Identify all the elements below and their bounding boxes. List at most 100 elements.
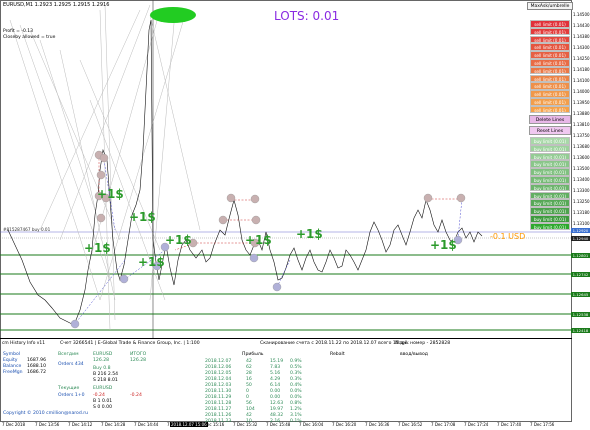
stat-cell: 2018.11.30 bbox=[205, 389, 232, 394]
price-tick-label: 1.14100 bbox=[573, 78, 590, 83]
sell-limit-button[interactable]: sell limit (0.01) bbox=[530, 59, 570, 67]
stat-cell: 42 bbox=[246, 413, 252, 418]
sell-limit-button[interactable]: sell limit (0.01) bbox=[530, 43, 570, 51]
sell-limit-button[interactable]: sell limit (0.01) bbox=[530, 90, 570, 98]
sell-limit-button[interactable]: sell limit (0.01) bbox=[530, 105, 570, 114]
price-tick-label: 1.13400 bbox=[573, 177, 590, 182]
current-label: Текущие bbox=[58, 386, 80, 391]
buy-limit-button[interactable]: buy limit (0.01) bbox=[530, 191, 570, 200]
buy-limit-button[interactable]: buy limit (0.01) bbox=[530, 215, 570, 223]
chart-title: EURUSD,M1 1.2923 1.2925 1.2915 1.2916 bbox=[3, 2, 110, 8]
price-tick-label: 1.14250 bbox=[573, 56, 590, 61]
buy-limit-button[interactable]: buy limit (0.01) bbox=[530, 183, 570, 192]
closeby-info: Closeby allowed = true bbox=[3, 35, 56, 40]
sell-limit-button[interactable]: sell limit (0.01) bbox=[530, 74, 570, 83]
price-tick-label: 1.13500 bbox=[573, 166, 590, 171]
profit-mark: +1$ bbox=[296, 227, 323, 241]
balance-value: 1688.10 bbox=[27, 364, 46, 369]
time-tick-label: 7 Dec 14:28 bbox=[101, 422, 126, 427]
time-tick-label: 7 Dec 15:48 bbox=[266, 422, 291, 427]
time-tick-label: 7 Dec 14:12 bbox=[68, 422, 93, 427]
price-tick-label: 1.13250 bbox=[573, 199, 590, 204]
level-lines bbox=[0, 254, 572, 331]
sell-limit-button[interactable]: sell limit (0.01) bbox=[530, 66, 570, 75]
usd-label: -0.1 USD bbox=[490, 232, 526, 241]
time-tick-label: 7 Dec 17:40 bbox=[497, 422, 522, 427]
buy-limit-button[interactable]: buy limit (0.01) bbox=[530, 152, 570, 161]
price-tick-label: 1.13600 bbox=[573, 155, 590, 160]
stat-cell: 2018.11.26 bbox=[205, 413, 232, 418]
stat-cell: 56 bbox=[246, 401, 252, 406]
profit-mark: +1$ bbox=[129, 210, 156, 224]
orders-total: Orders 434 bbox=[58, 362, 84, 367]
sell-limit-button[interactable]: sell limit (0.01) bbox=[530, 27, 570, 36]
stat-cell: 0.0% bbox=[290, 389, 302, 394]
price-tick-label: 1.14180 bbox=[573, 67, 590, 72]
panel-title: cm History Info v11 bbox=[2, 341, 45, 346]
buy-limit-button[interactable]: buy limit (0.01) bbox=[530, 176, 570, 184]
scan-info: Сканирование счета с 2018.11.22 по 2018.… bbox=[260, 341, 408, 346]
price-tick-label: 1.13680 bbox=[573, 144, 590, 149]
price-tick-label: 1.13950 bbox=[573, 100, 590, 105]
stat-cell: 2018.12.05 bbox=[205, 371, 232, 376]
sell-limit-button[interactable]: sell limit (0.01) bbox=[530, 51, 570, 59]
delete-lines-button[interactable]: Delete Lines bbox=[529, 115, 571, 124]
buy-limit-button[interactable]: buy limit (0.01) bbox=[530, 137, 570, 145]
stat-cell: 0.00 bbox=[270, 395, 281, 400]
stat-cell: 2018.11.27 bbox=[205, 407, 232, 412]
price-tick-label: 1.13810 bbox=[573, 122, 590, 127]
price-tick-label: 1.13880 bbox=[573, 111, 590, 116]
stat-cell: 2018.11.28 bbox=[205, 401, 232, 406]
time-tick-label: 7 Dec 17:08 bbox=[431, 422, 456, 427]
sell-limit-button[interactable]: sell limit (0.01) bbox=[530, 35, 570, 44]
buy-limit-button[interactable]: buy limit (0.01) bbox=[530, 160, 570, 168]
col-rebate-header: Rebalt bbox=[330, 352, 345, 357]
profit-mark: +1$ bbox=[97, 187, 124, 201]
price-tick-label: 1.14300 bbox=[573, 45, 590, 50]
freemargin-value: 1686.72 bbox=[27, 370, 46, 375]
time-tick-label: 7 Dec 15:32 bbox=[233, 422, 258, 427]
sell-limit-button[interactable]: sell limit (0.01) bbox=[530, 82, 570, 90]
chart-window[interactable]: EURUSD,M1 1.2923 1.2925 1.2915 1.2916 Pr… bbox=[0, 0, 590, 430]
stat-cell: 7.83 bbox=[270, 365, 281, 370]
price-tick-label: 1.14380 bbox=[573, 34, 590, 39]
buy-limit-button[interactable]: buy limit (0.01) bbox=[530, 207, 570, 215]
time-tick-label: 7 Dec 16:20 bbox=[332, 422, 357, 427]
equity-value: 1687.96 bbox=[27, 358, 46, 363]
stat-cell: 0 bbox=[246, 389, 249, 394]
cur-s-line: S 0 0.00 bbox=[93, 405, 112, 410]
stat-cell: 16 bbox=[246, 377, 252, 382]
freemargin-label: FreeMgn bbox=[3, 370, 23, 375]
symbol-label: Symbol bbox=[3, 352, 21, 357]
time-tick-label: 7 Dec 16:52 bbox=[398, 422, 423, 427]
stat-cell: 50 bbox=[246, 383, 252, 388]
stat-cell: 48.32 bbox=[270, 413, 284, 418]
account-info: Счет 3266541 | E-Global Trade & Finance … bbox=[60, 341, 200, 346]
s-line: S 218 8.01 bbox=[93, 378, 118, 383]
col-io-header: ввод/вывод bbox=[400, 352, 428, 357]
profit-mark: +1$ bbox=[245, 233, 272, 247]
stat-cell: 12.63 bbox=[270, 401, 284, 406]
stat-cell: 0.3% bbox=[290, 371, 302, 376]
magic-info: Magik номер - 2852828 bbox=[395, 341, 451, 346]
price-tag: 1.12645 bbox=[571, 292, 590, 297]
cur-b-line: B 1 0.01 bbox=[93, 399, 113, 404]
price-tick-label: 1.14430 bbox=[573, 23, 590, 28]
order-label: #815287467 buy 0.01 bbox=[3, 227, 51, 232]
price-tag: 1.12742 bbox=[571, 272, 590, 277]
sell-limit-button[interactable]: sell limit (0.01) bbox=[530, 20, 570, 28]
stat-cell: 0.9% bbox=[290, 359, 302, 364]
buy-limit-button[interactable]: buy limit (0.01) bbox=[530, 222, 570, 231]
price-line bbox=[7, 19, 483, 326]
col-total: Всегдим bbox=[58, 352, 79, 357]
buy-limit-button[interactable]: buy limit (0.01) bbox=[530, 144, 570, 153]
buy-limit-button[interactable]: buy limit (0.01) bbox=[530, 168, 570, 176]
time-tick-label: 7 Dec 16:36 bbox=[365, 422, 390, 427]
stat-cell: 5.16 bbox=[270, 371, 281, 376]
val-pair: 126.28 bbox=[93, 358, 110, 363]
buy-limit-button[interactable]: buy limit (0.01) bbox=[530, 199, 570, 207]
max-ask-button[interactable]: MaxAsk/umbrelle bbox=[527, 2, 573, 10]
reset-lines-button[interactable]: Reset Lines bbox=[529, 126, 571, 135]
profit-mark: +1$ bbox=[165, 233, 192, 247]
sell-limit-button[interactable]: sell limit (0.01) bbox=[530, 98, 570, 106]
